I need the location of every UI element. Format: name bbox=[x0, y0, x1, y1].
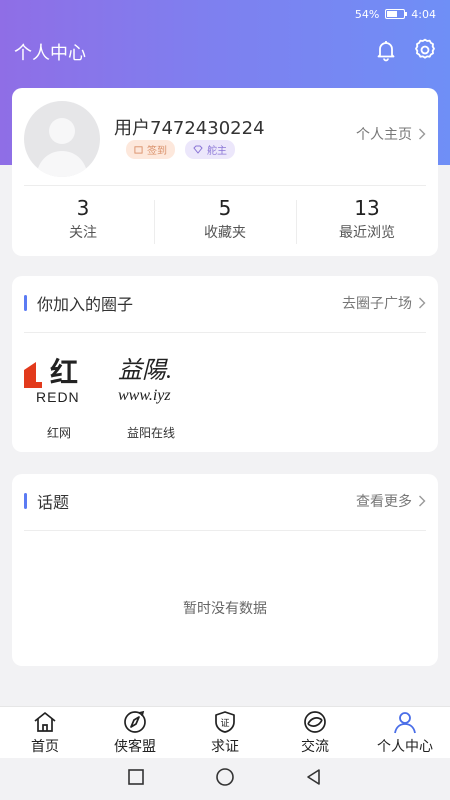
stat-following-label: 关注 bbox=[69, 225, 97, 241]
top-bar: 个人中心 bbox=[0, 36, 450, 68]
circles-more-label: 去圈子广场 bbox=[342, 296, 412, 312]
username: 用户7472430224 bbox=[114, 118, 265, 139]
master-badge-label: 舵主 bbox=[207, 146, 227, 157]
topics-more-link[interactable]: 查看更多 bbox=[356, 491, 426, 511]
tab-verify[interactable]: 证 求证 bbox=[180, 707, 270, 758]
stat-recent-value: 13 bbox=[354, 196, 380, 220]
topics-title: 话题 bbox=[37, 493, 70, 512]
circles-header: 你加入的圈子 去圈子广场 bbox=[12, 276, 438, 330]
yiyang-logo-sub: www.iyz bbox=[118, 387, 171, 404]
profile-card: 用户7472430224 签到 舵主 个人主页 3 关注 5 收藏夹 13 最近… bbox=[12, 88, 438, 256]
empty-state-text: 暂时没有数据 bbox=[183, 601, 267, 617]
rednet-logo: 红 REDN bbox=[24, 348, 94, 408]
tab-verify-label: 求证 bbox=[211, 738, 239, 755]
battery-percent: 54% bbox=[354, 7, 380, 21]
circles-more-link[interactable]: 去圈子广场 bbox=[342, 293, 426, 313]
topics-header: 话题 查看更多 bbox=[12, 474, 438, 528]
tab-exchange[interactable]: 交流 bbox=[270, 707, 360, 758]
stat-favorites-value: 5 bbox=[218, 196, 232, 220]
topics-more-label: 查看更多 bbox=[356, 494, 412, 510]
chevron-right-icon bbox=[419, 128, 426, 140]
circle-item-yiyang[interactable]: 益陽. www.iyz 益阳在线 bbox=[116, 348, 186, 441]
tab-exchange-label: 交流 bbox=[301, 738, 329, 755]
home-circle-icon[interactable] bbox=[215, 767, 235, 791]
yiyang-logo-text: 益陽. bbox=[118, 357, 172, 384]
chat-ring-icon bbox=[304, 710, 326, 733]
section-accent-bar bbox=[24, 493, 27, 509]
person-icon bbox=[394, 711, 416, 733]
stats-row: 3 关注 5 收藏夹 13 最近浏览 bbox=[12, 196, 438, 242]
section-accent-bar bbox=[24, 295, 27, 311]
system-nav-bar bbox=[0, 758, 450, 800]
avatar[interactable] bbox=[24, 101, 100, 177]
tab-home-label: 首页 bbox=[31, 738, 59, 755]
checkin-badge[interactable]: 签到 bbox=[126, 140, 175, 159]
svg-text:证: 证 bbox=[220, 718, 229, 729]
stat-recent-label: 最近浏览 bbox=[339, 225, 395, 241]
checkin-badge-label: 签到 bbox=[147, 146, 167, 157]
circles-title: 你加入的圈子 bbox=[37, 295, 134, 314]
circles-card: 你加入的圈子 去圈子广场 红 REDN 红网 益陽. www.iyz 益阳在线 bbox=[12, 276, 438, 452]
circle-name: 红网 bbox=[46, 426, 71, 440]
stat-recent[interactable]: 13 最近浏览 bbox=[296, 196, 438, 242]
master-badge: 舵主 bbox=[185, 140, 235, 159]
back-icon[interactable] bbox=[305, 768, 323, 790]
tab-home[interactable]: 首页 bbox=[0, 707, 90, 758]
divider bbox=[24, 332, 426, 333]
stat-following[interactable]: 3 关注 bbox=[12, 196, 154, 242]
gear-icon[interactable] bbox=[412, 37, 438, 67]
stat-following-value: 3 bbox=[76, 196, 90, 220]
chevron-right-icon bbox=[419, 495, 426, 507]
home-icon bbox=[34, 711, 56, 732]
user-badges: 签到 舵主 bbox=[126, 140, 235, 159]
rednet-logo-sub: REDN bbox=[36, 389, 80, 405]
tab-profile-label: 个人中心 bbox=[377, 738, 433, 755]
chevron-right-icon bbox=[419, 297, 426, 309]
calendar-icon bbox=[134, 146, 143, 154]
stat-favorites-label: 收藏夹 bbox=[204, 225, 246, 241]
tab-xiakemeng-label: 侠客盟 bbox=[114, 738, 156, 755]
rednet-logo-text: 红 bbox=[50, 356, 78, 389]
battery-icon bbox=[385, 9, 408, 19]
divider bbox=[24, 530, 426, 531]
stat-divider bbox=[296, 200, 297, 244]
compass-icon bbox=[124, 710, 146, 733]
topics-card: 话题 查看更多 暂时没有数据 bbox=[12, 474, 438, 666]
verify-shield-icon: 证 bbox=[215, 710, 235, 733]
circle-name: 益阳在线 bbox=[126, 426, 175, 440]
yiyang-logo: 益陽. www.iyz bbox=[116, 348, 186, 408]
diamond-icon bbox=[193, 145, 203, 154]
homepage-link[interactable]: 个人主页 bbox=[356, 124, 426, 144]
status-bar: 54% 4:04 bbox=[0, 0, 450, 28]
stat-divider bbox=[154, 200, 155, 244]
page-title: 个人中心 bbox=[14, 43, 86, 64]
stat-favorites[interactable]: 5 收藏夹 bbox=[154, 196, 296, 242]
tab-profile[interactable]: 个人中心 bbox=[360, 707, 450, 758]
recent-apps-icon[interactable] bbox=[127, 768, 145, 790]
homepage-link-label: 个人主页 bbox=[356, 127, 412, 143]
bottom-tab-bar: 首页 侠客盟 证 求证 交流 个人中心 bbox=[0, 706, 450, 758]
tab-xiakemeng[interactable]: 侠客盟 bbox=[90, 707, 180, 758]
clock: 4:04 bbox=[411, 7, 436, 21]
circle-item-rednet[interactable]: 红 REDN 红网 bbox=[24, 348, 94, 441]
bell-icon[interactable] bbox=[374, 38, 398, 66]
divider bbox=[24, 185, 426, 186]
